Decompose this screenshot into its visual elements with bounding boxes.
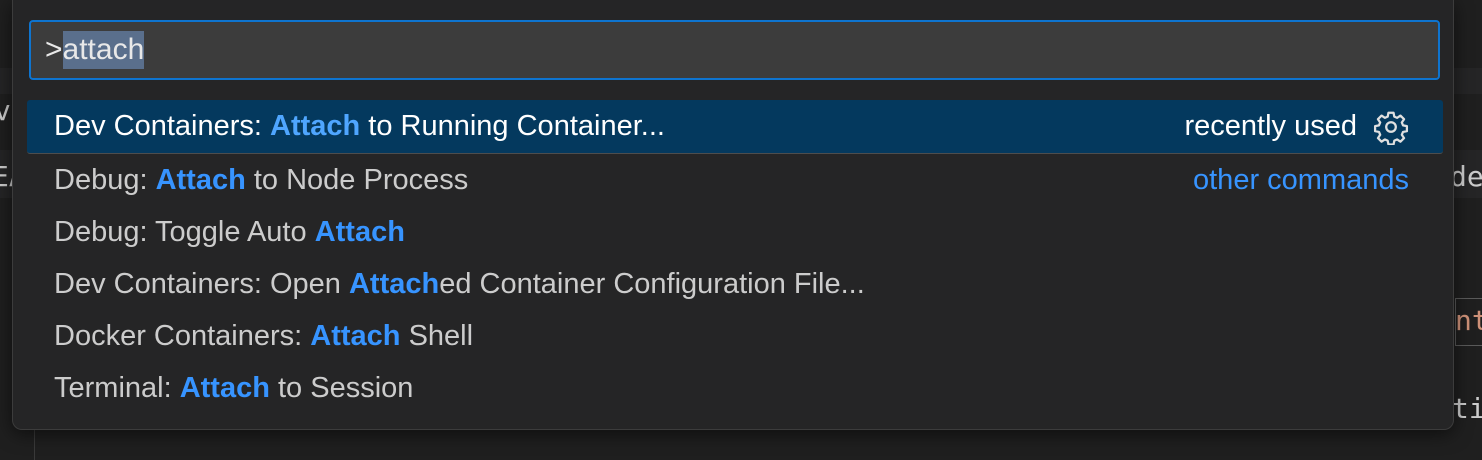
command-palette-input[interactable]: > attach: [29, 20, 1440, 80]
command-label: Debug: Attach to Node Process: [54, 163, 469, 196]
command-label: Dev Containers: Attach to Running Contai…: [54, 110, 665, 142]
command-item-dev-containers-attach-running[interactable]: Dev Containers: Attach to Running Contai…: [27, 100, 1443, 154]
command-item-meta: recently used: [1185, 100, 1410, 153]
background-text-fragment: nt: [1455, 304, 1482, 337]
match-highlight: Attach: [179, 371, 270, 404]
match-highlight: Attach: [270, 110, 361, 142]
background-text-fragment: ti: [1452, 392, 1482, 425]
gear-icon[interactable]: [1373, 109, 1409, 145]
recently-used-label: recently used: [1184, 110, 1358, 142]
command-item-terminal-attach-session[interactable]: Terminal: Attach to Session: [27, 362, 1443, 414]
match-highlight: Attach: [155, 163, 246, 196]
command-label: Terminal: Attach to Session: [54, 371, 414, 404]
command-item-debug-toggle-auto-attach[interactable]: Debug: Toggle Auto Attach: [27, 206, 1443, 258]
command-item-debug-attach-node[interactable]: Debug: Attach to Node Process other comm…: [27, 154, 1443, 206]
command-palette: > attach Dev Containers: Attach to Runnin…: [12, 0, 1454, 430]
command-label: Docker Containers: Attach Shell: [54, 319, 474, 352]
match-highlight: Attach: [310, 319, 401, 352]
command-item-dev-containers-open-config[interactable]: Dev Containers: Open Attached Container …: [27, 258, 1443, 310]
other-commands-label: other commands: [1193, 163, 1409, 196]
input-prefix: >: [45, 33, 63, 66]
match-highlight: Attach: [348, 267, 440, 300]
command-label: Debug: Toggle Auto Attach: [54, 215, 405, 248]
match-highlight: Attach: [314, 215, 405, 248]
background-text-fragment: de: [1450, 160, 1482, 193]
command-list: Dev Containers: Attach to Running Contai…: [27, 100, 1443, 414]
command-label: Dev Containers: Open Attached Container …: [54, 267, 865, 300]
command-item-meta: other commands: [1193, 154, 1409, 206]
command-item-docker-attach-shell[interactable]: Docker Containers: Attach Shell: [27, 310, 1443, 362]
input-query-selected: attach: [62, 31, 145, 69]
